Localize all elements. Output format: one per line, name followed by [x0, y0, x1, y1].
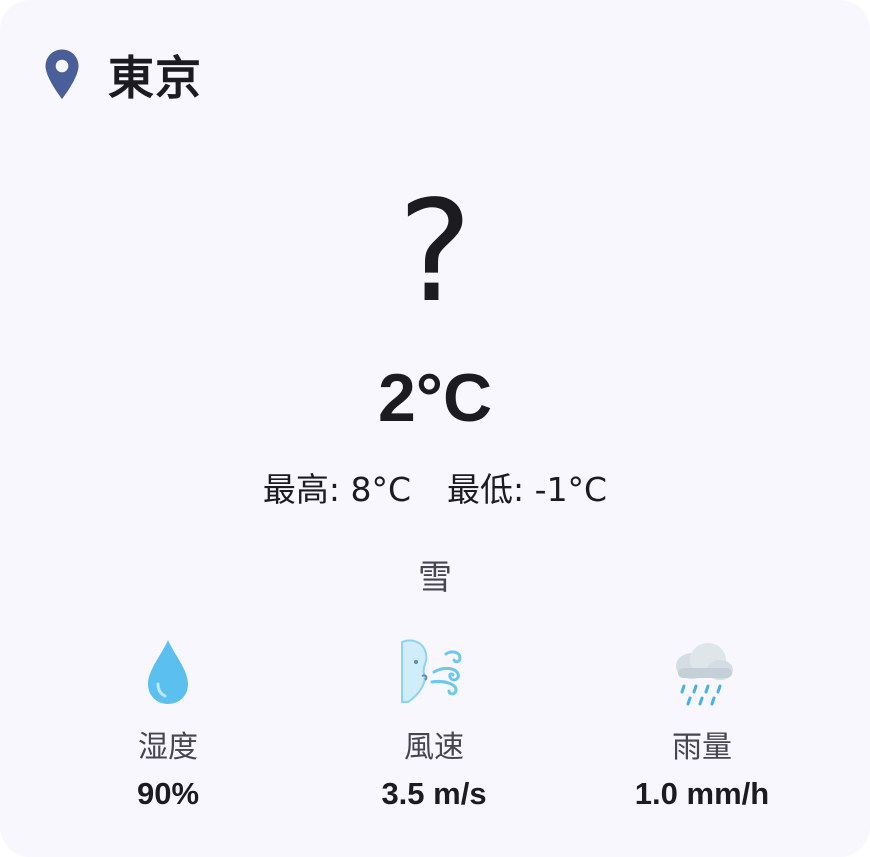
humidity-stat: 湿度 90%: [38, 632, 298, 814]
rainfall-stat: 雨量 1.0 mm/h: [572, 632, 832, 814]
weather-card: 東京 ? 2°C 最高: 8°C 最低: -1°C 雪 湿度 90% 風速 3.…: [0, 0, 870, 857]
humidity-value: 90%: [136, 776, 200, 811]
high-low-temperature: 最高: 8°C 最低: -1°C: [0, 468, 870, 512]
high-temperature: 最高: 8°C: [262, 470, 412, 509]
low-temperature: 最低: -1°C: [447, 470, 608, 509]
droplet-icon: [148, 640, 188, 704]
wind-stat: 風速 3.5 m/s: [304, 632, 564, 814]
location-header: 東京: [44, 40, 202, 110]
weather-stats: 湿度 90% 風速 3.5 m/s 雨量 1.0 mm/h: [0, 632, 870, 832]
city-name: 東京: [108, 51, 202, 105]
weather-condition-icon: ?: [397, 171, 473, 334]
weather-description: 雪: [418, 558, 452, 598]
current-temperature: 2°C: [377, 360, 493, 436]
rain-cloud-icon: [676, 643, 733, 706]
map-pin-icon: [45, 49, 79, 99]
rainfall-value: 1.0 mm/h: [634, 776, 770, 811]
humidity-label: 湿度: [138, 730, 198, 765]
wind-value: 3.5 m/s: [381, 776, 487, 811]
wind-label: 風速: [404, 730, 464, 765]
wind-face-icon: [401, 639, 462, 703]
rainfall-label: 雨量: [672, 730, 732, 765]
